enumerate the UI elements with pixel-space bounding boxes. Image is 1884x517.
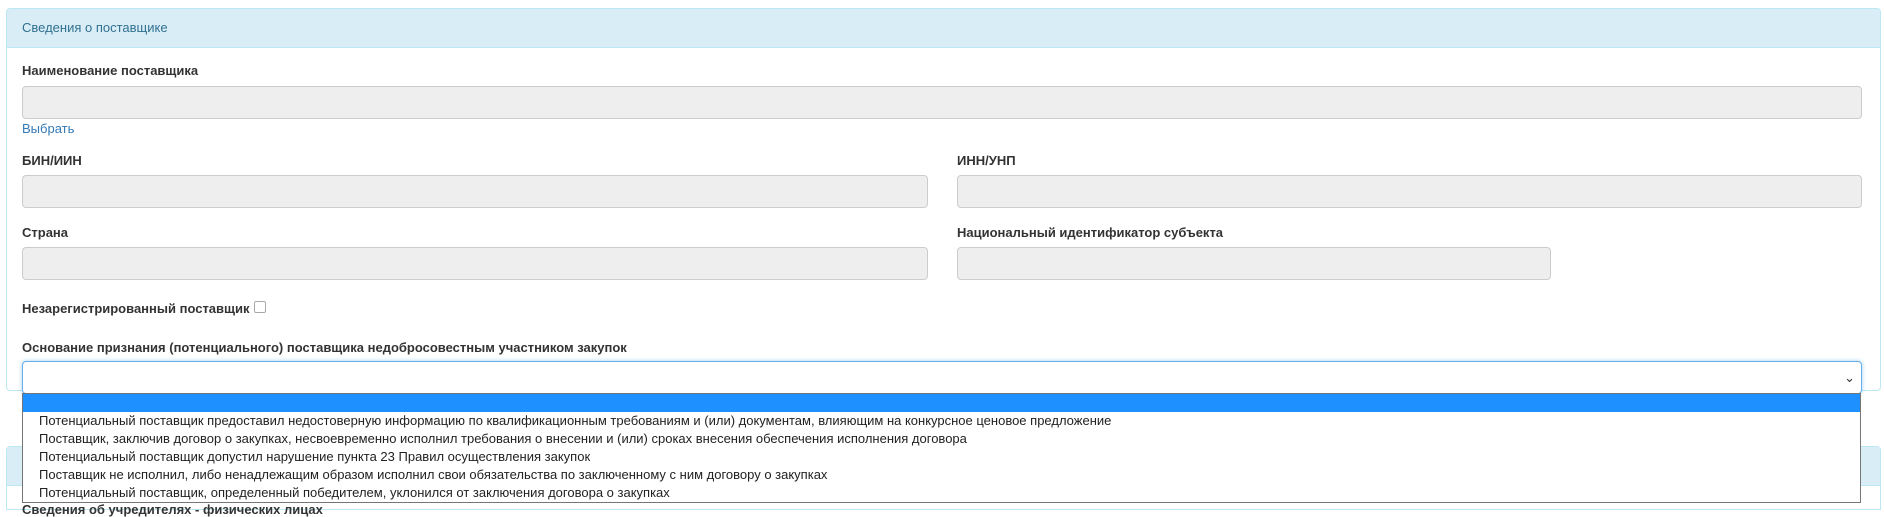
basis-dropdown-list[interactable]: Потенциальный поставщик предоставил недо… — [22, 393, 1861, 503]
unregistered-label: Незарегистрированный поставщик — [22, 301, 250, 316]
national-id-label: Национальный идентификатор субъекта — [957, 225, 1224, 240]
country-label: Страна — [22, 225, 69, 240]
dropdown-option[interactable]: Потенциальный поставщик предоставил недо… — [23, 412, 1860, 430]
dropdown-option[interactable]: Поставщик, заключив договор о закупках, … — [23, 430, 1860, 448]
unregistered-checkbox[interactable] — [254, 301, 266, 313]
supplier-name-label: Наименование поставщика — [22, 63, 199, 78]
national-id-field[interactable] — [957, 247, 1551, 280]
dropdown-option-blank[interactable] — [23, 394, 1860, 412]
choose-supplier-link[interactable]: Выбрать — [22, 121, 74, 136]
supplier-name-field[interactable] — [22, 86, 1862, 119]
inn-field[interactable] — [957, 175, 1862, 208]
dropdown-option[interactable]: Поставщик не исполнил, либо ненадлежащим… — [23, 466, 1860, 484]
bin-field[interactable] — [22, 175, 928, 208]
panel-heading: Сведения о поставщике — [7, 9, 1880, 48]
chevron-down-icon[interactable]: ⌄ — [1844, 370, 1855, 386]
inn-label: ИНН/УНП — [957, 153, 1016, 168]
country-field[interactable] — [22, 247, 928, 280]
dropdown-option[interactable]: Потенциальный поставщик, определенный по… — [23, 484, 1860, 502]
bin-label: БИН/ИИН — [22, 153, 82, 168]
dropdown-option[interactable]: Потенциальный поставщик допустил нарушен… — [23, 448, 1860, 466]
basis-select[interactable]: ⌄ — [22, 361, 1862, 394]
basis-label: Основание признания (потенциального) пос… — [22, 340, 627, 355]
